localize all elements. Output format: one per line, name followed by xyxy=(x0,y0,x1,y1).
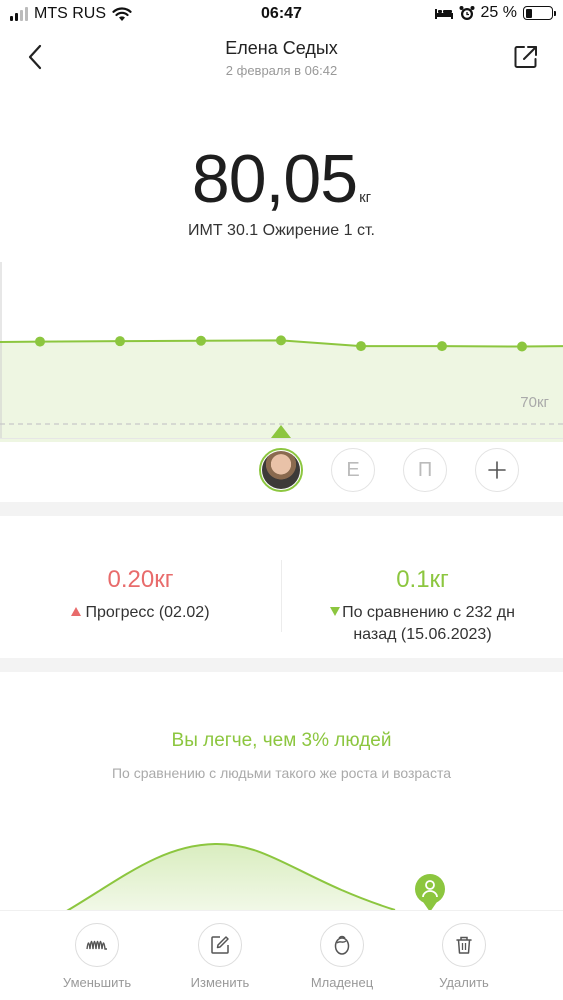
share-button[interactable] xyxy=(511,42,541,72)
weight-chart-svg xyxy=(0,262,563,442)
battery-percent: 25 % xyxy=(480,4,517,21)
chart-point[interactable] xyxy=(115,336,125,347)
bed-icon xyxy=(434,9,453,19)
delete-button[interactable]: Удалить xyxy=(409,923,519,990)
comparison-subtitle: По сравнению с людьми такого же роста и … xyxy=(111,765,452,781)
avatar xyxy=(262,451,300,489)
edit-label: Изменить xyxy=(190,975,250,990)
progress-compare: 0.1кг По сравнению с 232 дн назад (15.06.… xyxy=(282,530,563,646)
baby-label: Младенец xyxy=(310,975,374,990)
chart-point[interactable] xyxy=(437,341,447,352)
chart-point[interactable] xyxy=(35,336,45,347)
distribution-curve xyxy=(59,842,445,916)
battery-icon xyxy=(523,6,556,20)
reduce-icon-circle xyxy=(75,923,119,967)
edit-button[interactable]: Изменить xyxy=(165,923,275,990)
battery-level xyxy=(525,8,532,18)
section-divider-2 xyxy=(0,658,563,672)
person-pin-icon xyxy=(415,874,445,912)
trash-icon xyxy=(456,936,472,954)
weight-history-chart[interactable]: 70кг xyxy=(0,262,563,442)
progress-compare-text-1: По сравнению с 232 дн xyxy=(342,604,515,621)
comparison-title: Вы легче, чем 3% людей xyxy=(171,730,392,751)
profile-e[interactable]: Е xyxy=(331,448,375,492)
delete-icon-circle xyxy=(442,923,486,967)
reduce-button[interactable]: Уменьшить xyxy=(42,923,152,990)
status-right: 25 % xyxy=(434,4,556,22)
progress-compare-text-row: По сравнению с 232 дн назад (15.06.2023) xyxy=(282,602,563,646)
triangle-down-icon xyxy=(330,607,341,616)
delete-label: Удалить xyxy=(439,975,489,990)
chart-point[interactable] xyxy=(356,341,366,352)
chart-point[interactable] xyxy=(517,341,527,352)
chart-point[interactable] xyxy=(196,335,206,346)
chart-point[interactable] xyxy=(276,335,286,346)
progress-recent-text: Прогресс (02.02) xyxy=(85,604,210,621)
progress-recent-text-row: Прогресс (02.02) xyxy=(0,602,281,624)
section-divider xyxy=(0,502,563,516)
plus-icon xyxy=(488,461,506,479)
reduce-label: Уменьшить xyxy=(62,975,132,990)
baby-button[interactable]: Младенец xyxy=(287,923,397,990)
progress-compare-value: 0.1кг xyxy=(396,566,449,593)
profile-switcher: Е П xyxy=(0,445,563,497)
alarm-icon xyxy=(459,6,475,20)
weight-unit: кг xyxy=(359,189,372,206)
profile-p[interactable]: П xyxy=(403,448,447,492)
profile-avatar-active[interactable] xyxy=(259,448,303,492)
progress-compare-text-2: назад (15.06.2023) xyxy=(353,626,492,643)
reference-line-label: 70кг xyxy=(520,394,549,411)
wave-icon xyxy=(86,940,107,950)
header: Елена Седых 2 февраля в 06:42 xyxy=(0,30,563,92)
distribution-chart xyxy=(0,820,563,916)
edit-icon xyxy=(211,936,229,954)
progress-recent: 0.20кг Прогресс (02.02) xyxy=(0,530,281,624)
edit-icon-circle xyxy=(198,923,242,967)
weight-value: 80,05 xyxy=(191,141,358,217)
share-icon xyxy=(514,46,537,68)
add-profile-button[interactable] xyxy=(475,448,519,492)
baby-icon xyxy=(334,935,350,955)
page-title: Елена Седых xyxy=(225,38,338,58)
status-bar: MTS RUS 06:47 25 % xyxy=(0,0,563,30)
progress-recent-value: 0.20кг xyxy=(107,566,174,593)
measurement-datetime: 2 февраля в 06:42 xyxy=(225,63,338,78)
bottom-toolbar: Уменьшить Изменить Младенец Удалить xyxy=(0,910,563,1000)
progress-section: 0.20кг Прогресс (02.02) 0.1кг По сравнен… xyxy=(0,530,563,658)
triangle-up-icon xyxy=(71,607,82,616)
bmi-text: ИМТ 30.1 Ожирение 1 ст. xyxy=(188,222,375,239)
baby-icon-circle xyxy=(320,923,364,967)
weight-display: 80,05 кг xyxy=(0,140,563,218)
